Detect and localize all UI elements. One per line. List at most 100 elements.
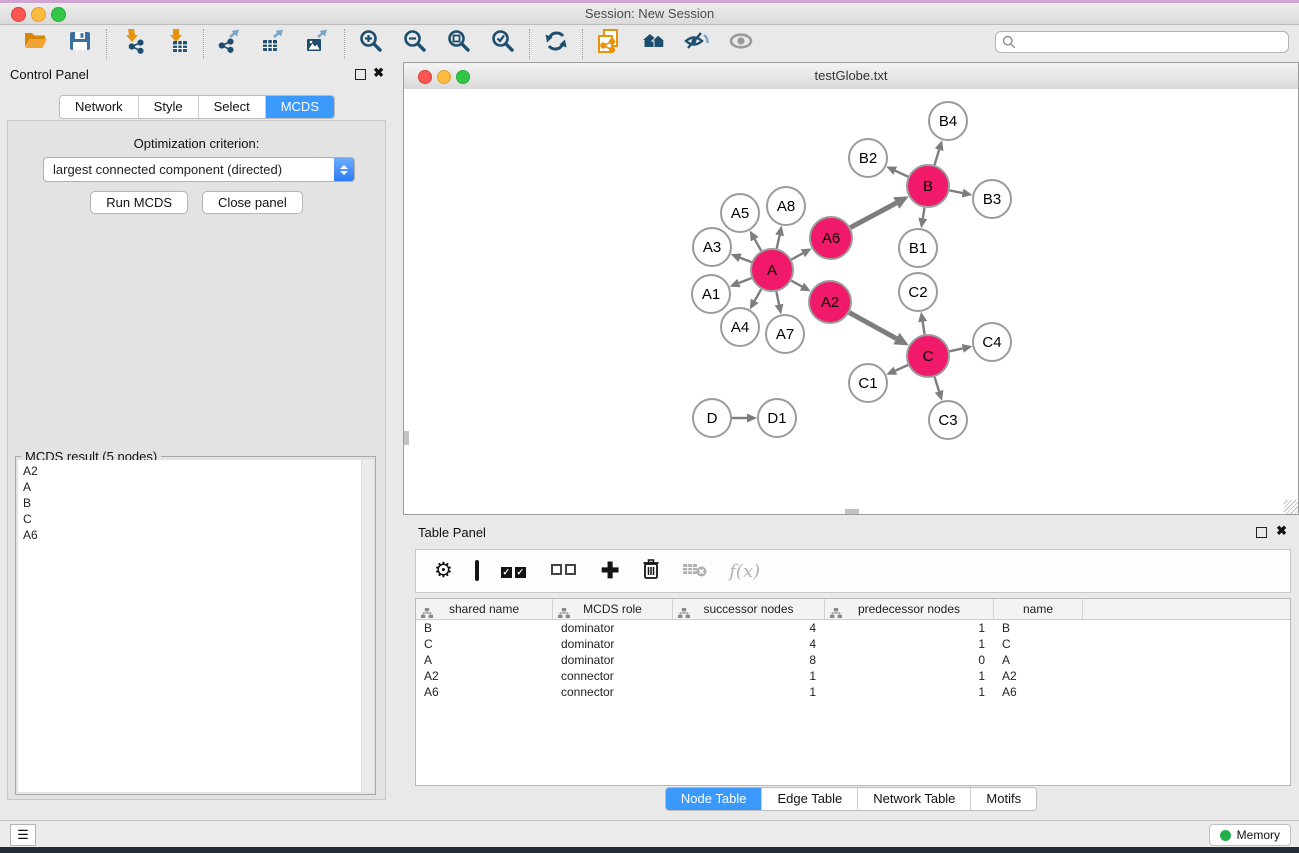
table-row[interactable]: A6connector11A6	[416, 684, 1290, 700]
graph-node-B4[interactable]: B4	[929, 102, 967, 140]
run-mcds-button[interactable]: Run MCDS	[90, 191, 188, 214]
zoom-fit-button[interactable]	[445, 30, 473, 58]
graph-edge-C-C4[interactable]	[949, 344, 972, 353]
table-row[interactable]: Adominator80A	[416, 652, 1290, 668]
apply-layout-button[interactable]	[542, 30, 570, 58]
mcds-result-item[interactable]: A6	[23, 527, 362, 543]
tab-style[interactable]: Style	[139, 96, 199, 118]
table-tab-node-table[interactable]: Node Table	[666, 788, 763, 810]
table-tab-edge-table[interactable]: Edge Table	[762, 788, 858, 810]
table-tab-motifs[interactable]: Motifs	[971, 788, 1036, 810]
graph-node-A3[interactable]: A3	[693, 228, 731, 266]
save-session-button[interactable]	[66, 30, 94, 58]
graph-node-C[interactable]: C	[907, 335, 949, 377]
graph-edge-A-A5[interactable]	[750, 230, 761, 250]
column-header-name[interactable]: name	[994, 599, 1083, 619]
graph-node-A[interactable]: A	[751, 249, 793, 291]
graph-node-A8[interactable]: A8	[767, 187, 805, 225]
search-input[interactable]	[1016, 32, 1288, 52]
graph-edge-C-C2[interactable]	[918, 312, 927, 335]
show-all-button[interactable]	[727, 30, 755, 58]
graph-edge-B-B4[interactable]	[934, 140, 943, 165]
graph-node-A6[interactable]: A6	[810, 217, 852, 259]
column-header-shared-name[interactable]: shared name	[416, 599, 553, 619]
show-panels-button[interactable]: ☰	[10, 824, 36, 846]
table-row[interactable]: A2connector11A2	[416, 668, 1290, 684]
mcds-result-item[interactable]: B	[23, 495, 362, 511]
import-network-button[interactable]	[119, 30, 147, 58]
table-mode-button[interactable]: ⚙	[434, 557, 453, 585]
open-file-button[interactable]	[22, 30, 50, 58]
delete-columns-button[interactable]	[641, 557, 661, 585]
mcds-result-item[interactable]: C	[23, 511, 362, 527]
canvas-horizontal-scroll-thumb[interactable]	[845, 509, 859, 514]
graph-edge-D-D1[interactable]	[732, 414, 757, 423]
tab-network[interactable]: Network	[60, 96, 139, 118]
graph-edge-A-A6[interactable]	[791, 248, 811, 259]
table-row[interactable]: Cdominator41C	[416, 636, 1290, 652]
graph-edge-B-B3[interactable]	[950, 189, 973, 198]
column-header-successor-nodes[interactable]: successor nodes	[673, 599, 825, 619]
graph-edge-C-C3[interactable]	[935, 377, 944, 401]
column-header-predecessor-nodes[interactable]: predecessor nodes	[825, 599, 994, 619]
mcds-result-scrollbar[interactable]	[361, 460, 373, 792]
zoom-in-button[interactable]	[357, 30, 385, 58]
show-columns-button[interactable]	[475, 557, 479, 585]
zoom-out-button[interactable]	[401, 30, 429, 58]
graph-node-B2[interactable]: B2	[849, 139, 887, 177]
graph-node-A7[interactable]: A7	[766, 315, 804, 353]
graph-node-B[interactable]: B	[907, 165, 949, 207]
graph-edge-A2-C[interactable]	[849, 313, 908, 346]
select-all-rows-button[interactable]: ✓✓	[501, 557, 529, 585]
graph-node-A5[interactable]: A5	[721, 194, 759, 232]
graph-edge-B-B2[interactable]	[886, 166, 908, 176]
graph-edge-A-A3[interactable]	[731, 254, 752, 263]
graph-node-C3[interactable]: C3	[929, 401, 967, 439]
import-table-button[interactable]	[163, 30, 191, 58]
graph-edge-A6-B[interactable]	[850, 196, 908, 227]
column-header-MCDS-role[interactable]: MCDS role	[553, 599, 673, 619]
zoom-selected-button[interactable]	[489, 30, 517, 58]
graph-node-B1[interactable]: B1	[899, 229, 937, 267]
graph-node-A4[interactable]: A4	[721, 308, 759, 346]
table-row[interactable]: Bdominator41B	[416, 620, 1290, 636]
graph-node-A1[interactable]: A1	[692, 275, 730, 313]
graph-edge-C-C1[interactable]	[886, 365, 908, 375]
table-tab-network-table[interactable]: Network Table	[858, 788, 971, 810]
first-neighbors-button[interactable]	[639, 30, 667, 58]
graph-edge-A-A7[interactable]	[775, 292, 784, 315]
graph-node-D[interactable]: D	[693, 399, 731, 437]
mcds-result-item[interactable]: A	[23, 479, 362, 495]
table-close-icon[interactable]: ✖	[1276, 523, 1287, 539]
graph-node-C4[interactable]: C4	[973, 323, 1011, 361]
graph-node-C2[interactable]: C2	[899, 273, 937, 311]
graph-node-C1[interactable]: C1	[849, 364, 887, 402]
graph-edge-A-A1[interactable]	[730, 278, 752, 287]
clone-network-button[interactable]	[595, 30, 623, 58]
optimization-criterion-select[interactable]: largest connected component (directed)	[43, 157, 355, 182]
graph-node-A2[interactable]: A2	[809, 281, 851, 323]
canvas-vertical-scroll-thumb[interactable]	[404, 431, 409, 445]
search-box[interactable]	[995, 31, 1289, 53]
graph-node-D1[interactable]: D1	[758, 399, 796, 437]
close-panel-icon[interactable]: ✖	[373, 65, 384, 81]
network-canvas[interactable]: B4 B2 B B3 A8A5 A6 B1 A3 A C2 A1 A2 A4A7 C4 C C1 C3 D D1	[404, 89, 1298, 514]
graph-edge-A-A4[interactable]	[750, 289, 761, 309]
window-resize-grip[interactable]	[1284, 500, 1298, 514]
deselect-all-rows-button[interactable]	[551, 557, 579, 585]
tab-select[interactable]: Select	[199, 96, 266, 118]
memory-button[interactable]: Memory	[1209, 824, 1291, 846]
export-table-button[interactable]	[260, 30, 288, 58]
graph-edge-A-A8[interactable]	[775, 226, 784, 249]
export-image-button[interactable]	[304, 30, 332, 58]
graph-edge-B-B1[interactable]	[918, 208, 927, 229]
export-network-button[interactable]	[216, 30, 244, 58]
close-panel-button[interactable]: Close panel	[202, 191, 303, 214]
table-float-icon[interactable]	[1256, 527, 1267, 538]
create-column-button[interactable]: ✚	[601, 557, 619, 585]
tab-mcds[interactable]: MCDS	[266, 96, 334, 118]
hide-selected-button[interactable]	[683, 30, 711, 58]
mcds-result-item[interactable]: A2	[23, 463, 362, 479]
graph-edge-A-A2[interactable]	[791, 281, 810, 292]
graph-node-B3[interactable]: B3	[973, 180, 1011, 218]
